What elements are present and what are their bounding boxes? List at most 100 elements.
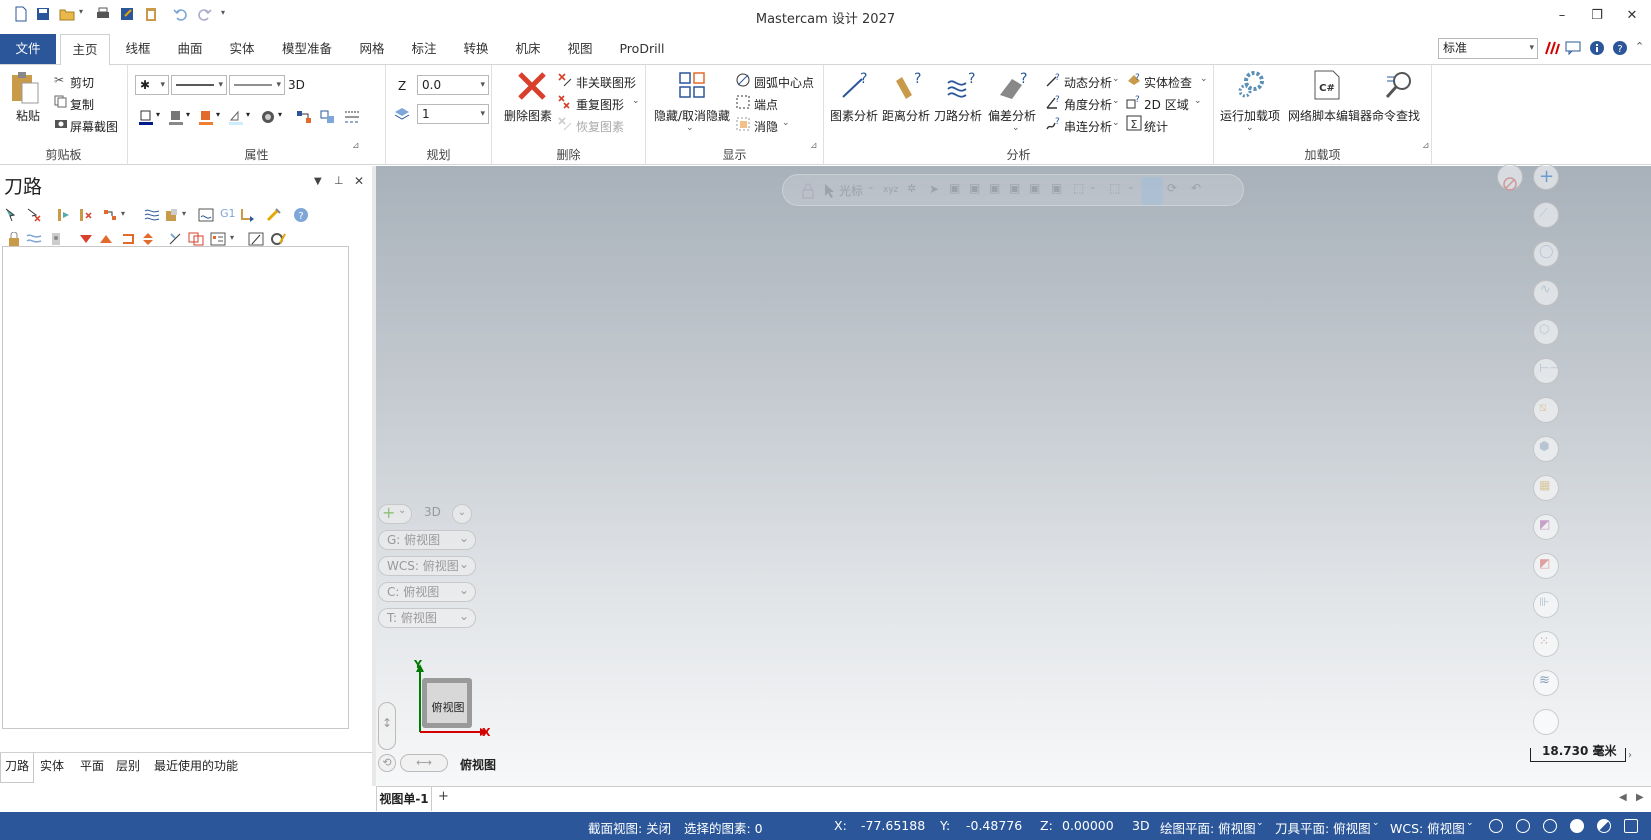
surface-color-icon[interactable]	[198, 109, 214, 125]
pin-icon[interactable]: ⊥	[334, 174, 344, 187]
verify-selection-toggle[interactable]	[1141, 177, 1163, 205]
tab-surfaces[interactable]: 曲面	[166, 34, 214, 64]
snap-settings-icon[interactable]: ✲	[907, 182, 916, 195]
tab-prodrill[interactable]: ProDrill	[614, 34, 670, 64]
line-style-select[interactable]	[171, 75, 227, 95]
backplot-icon[interactable]	[144, 208, 160, 222]
solid-check-button[interactable]: 实体检查	[1144, 74, 1192, 91]
window-select-dropdown-icon[interactable]: ⌄	[1127, 182, 1135, 192]
deviation-analysis-button[interactable]: 偏差分析	[988, 107, 1036, 124]
window-select-icon[interactable]: ⬚	[1109, 181, 1120, 195]
collapse-ribbon-icon[interactable]: ⌃	[1635, 40, 1644, 53]
screenshot-button[interactable]: 屏幕截图	[70, 118, 118, 135]
regen-ops-icon[interactable]	[56, 208, 72, 222]
mastercam-flag-icon[interactable]	[1544, 40, 1560, 56]
post-g1-icon[interactable]: G1	[220, 207, 236, 220]
add-view-dropdown-icon[interactable]: ⌄	[398, 505, 406, 516]
highfeed-icon[interactable]	[266, 208, 282, 222]
area-2d-button[interactable]: 2D 区域	[1144, 96, 1189, 113]
csharp-script-icon[interactable]: C#	[1312, 69, 1342, 101]
display-options-icon[interactable]	[210, 232, 226, 246]
globe-icon-1[interactable]	[1489, 819, 1503, 833]
restore-entity-button[interactable]: 恢复图素	[576, 118, 624, 135]
xyz-icon[interactable]: xyz	[883, 185, 898, 195]
simulate-icon[interactable]	[102, 208, 118, 222]
cplane-status[interactable]: 绘图平面: 俯视图	[1160, 818, 1256, 837]
toggle-display-icon[interactable]	[26, 232, 42, 246]
panel-close-icon[interactable]: ✕	[354, 174, 364, 188]
run-addin-dropdown-icon[interactable]: ⌄	[1246, 123, 1254, 133]
verify-dropdown-icon[interactable]: ▾	[182, 209, 186, 218]
view-3d-dropdown[interactable]: ⌄	[452, 504, 472, 524]
paste-button[interactable]: 粘贴	[16, 107, 40, 124]
tab-drafting[interactable]: 标注	[400, 34, 448, 64]
post-output-icon[interactable]	[240, 208, 256, 222]
level-input[interactable]: 1	[417, 104, 489, 124]
view-3d-label[interactable]: 3D	[424, 505, 441, 519]
endpoints-button[interactable]: 端点	[754, 96, 778, 113]
arc-center-button[interactable]: 圆弧中心点	[754, 74, 814, 91]
delete-x-icon[interactable]	[516, 71, 548, 101]
viewsheet-tab-1[interactable]: 视图单-1	[376, 787, 432, 811]
line-styles-icon[interactable]	[344, 109, 360, 125]
delete-entities-button[interactable]: 删除图素	[504, 107, 552, 124]
solid-color-dropdown-icon[interactable]: ▾	[186, 110, 190, 119]
cplane-select[interactable]: C: 俯视图	[378, 581, 476, 602]
right-tool-extra[interactable]	[1533, 709, 1559, 735]
select-dropdown-cursor-icon[interactable]: ⬚	[1073, 181, 1084, 195]
solid-color-icon[interactable]	[168, 109, 184, 125]
blank-button[interactable]: 消隐	[754, 118, 778, 135]
deviation-analysis-icon[interactable]: ?	[998, 69, 1030, 101]
deselect-ops-icon[interactable]	[26, 208, 42, 222]
globe-icon-2[interactable]	[1516, 819, 1530, 833]
bottom-tab-solids[interactable]: 实体	[40, 753, 64, 779]
ops-help-icon[interactable]: ?	[292, 206, 310, 224]
undo-selection-icon[interactable]: ↶	[1191, 181, 1201, 195]
command-finder-button[interactable]: 命令查找	[1372, 107, 1420, 124]
tab-view[interactable]: 视图	[556, 34, 604, 64]
hide-unhide-dropdown-icon[interactable]: ⌄	[686, 123, 694, 133]
tab-solids[interactable]: 实体	[218, 34, 266, 64]
scroll-to-icon[interactable]	[140, 232, 156, 246]
translucency-icon[interactable]	[1597, 819, 1611, 833]
autocursor-label[interactable]: 光标	[839, 182, 863, 199]
shaded-mode-icon[interactable]	[1570, 819, 1584, 833]
tab-home[interactable]: 主页	[60, 34, 110, 65]
tab-file[interactable]: 文件	[0, 34, 56, 64]
net-script-editor-button[interactable]: 网络脚本编辑器	[1288, 107, 1372, 124]
bottom-tab-levels[interactable]: 层别	[116, 753, 140, 779]
feedback-icon[interactable]	[1565, 40, 1581, 56]
sim-machine-icon[interactable]	[198, 208, 214, 222]
texture-dropdown-icon[interactable]: ▾	[278, 110, 282, 119]
entity-analysis-button[interactable]: 图素分析	[830, 107, 878, 124]
change-attributes-icon[interactable]	[320, 109, 336, 125]
display-options-dropdown-icon[interactable]: ▾	[230, 233, 234, 242]
close-button[interactable]: ✕	[1617, 6, 1647, 26]
style-select[interactable]: 标准	[1438, 38, 1538, 59]
select-loop-icon[interactable]: ▣	[1029, 181, 1040, 195]
cursor-select-icon[interactable]	[823, 183, 837, 199]
minimize-button[interactable]: –	[1547, 6, 1577, 26]
verify-icon[interactable]	[164, 208, 180, 222]
simulate-dropdown-icon[interactable]: ▾	[121, 209, 125, 218]
wcs-status[interactable]: WCS: 俯视图	[1390, 818, 1465, 837]
lock-icon[interactable]	[6, 232, 22, 246]
toolpath-tree[interactable]	[2, 246, 349, 729]
chain-dropdown-icon[interactable]: ⌄	[1112, 118, 1120, 128]
display-selected-toolpath-icon[interactable]	[188, 232, 204, 246]
help-icon[interactable]: ?	[1612, 40, 1628, 56]
dynamic-analysis-button[interactable]: 动态分析	[1064, 74, 1112, 91]
move-up-icon[interactable]	[98, 232, 114, 246]
solid-check-dropdown-icon[interactable]: ⌄	[1200, 74, 1208, 84]
line-width-select[interactable]	[229, 75, 285, 95]
run-addin-icon[interactable]	[1236, 69, 1268, 101]
regen-dirty-icon[interactable]	[78, 208, 94, 222]
graphics-window[interactable]: 光标 ⌄ xyz ✲ ➤ ▣ ▣ ▣ ▣ ▣ ▣ ⬚ ⌄ ⬚ ⌄ ⟳ ↶ + ⟋…	[376, 164, 1651, 786]
select-arrow-icon[interactable]: ➤	[929, 182, 939, 196]
angle-analysis-button[interactable]: 角度分析	[1064, 96, 1112, 113]
point-style-select[interactable]: ✱	[135, 75, 169, 95]
distance-analysis-button[interactable]: 距离分析	[882, 107, 930, 124]
tool-manager-icon[interactable]	[248, 232, 264, 246]
insert-arrow-icon[interactable]	[120, 232, 136, 246]
tab-mesh[interactable]: 网格	[348, 34, 396, 64]
